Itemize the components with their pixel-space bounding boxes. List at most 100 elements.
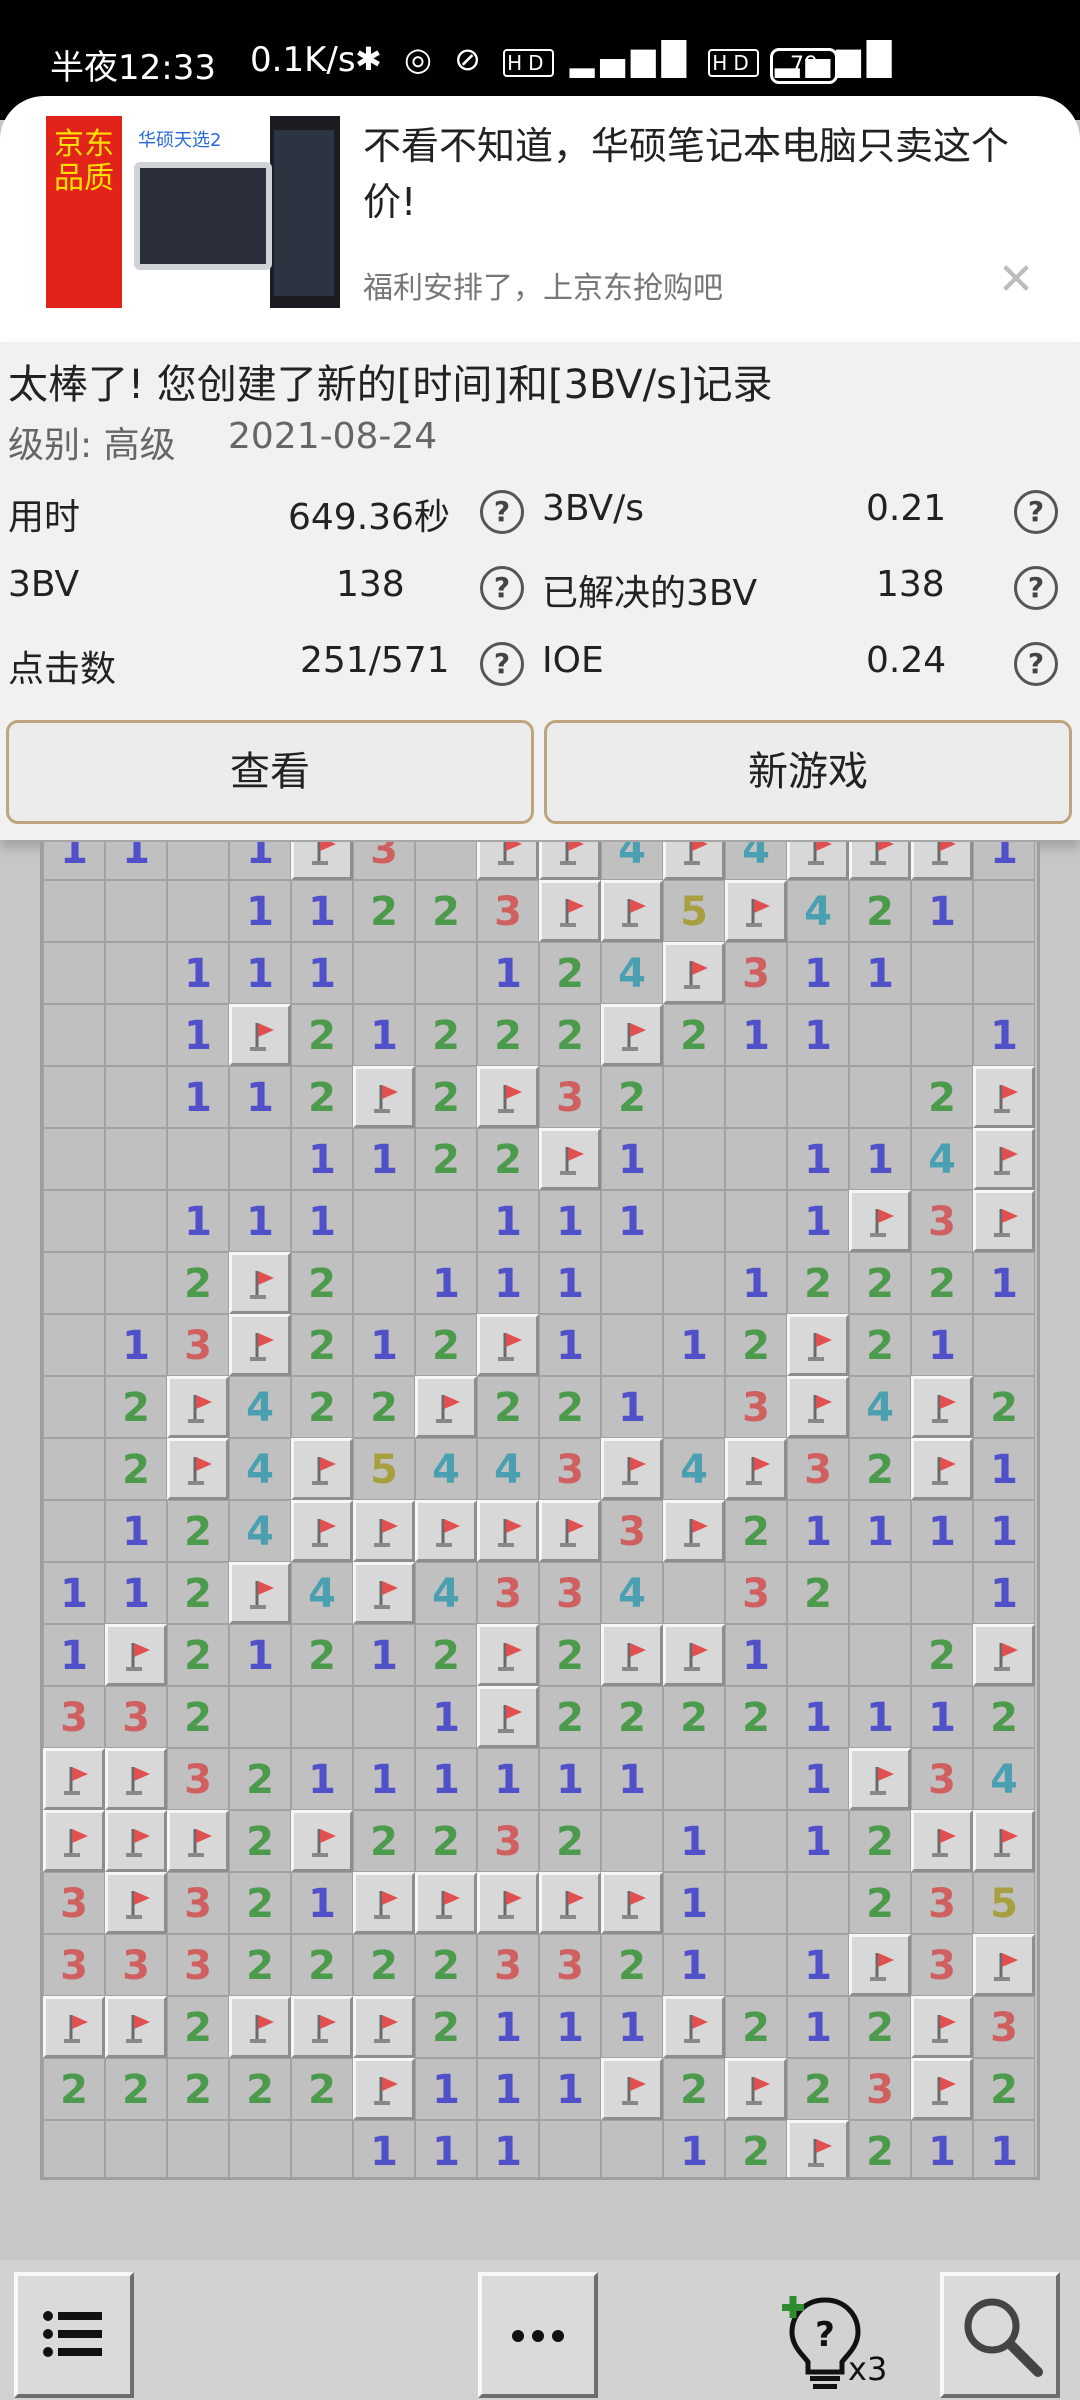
number-cell[interactable]: 3	[787, 1438, 849, 1500]
empty-cell[interactable]	[849, 1066, 911, 1128]
number-cell[interactable]: 2	[477, 1376, 539, 1438]
number-cell[interactable]: 2	[415, 1996, 477, 2058]
number-cell[interactable]: 2	[291, 2058, 353, 2120]
number-cell[interactable]: 1	[291, 880, 353, 942]
empty-cell[interactable]	[725, 1190, 787, 1252]
empty-cell[interactable]	[43, 1314, 105, 1376]
empty-cell[interactable]	[663, 1128, 725, 1190]
number-cell[interactable]: 3	[477, 1562, 539, 1624]
number-cell[interactable]: 4	[601, 942, 663, 1004]
number-cell[interactable]: 1	[539, 1996, 601, 2058]
empty-cell[interactable]	[601, 2120, 663, 2177]
number-cell[interactable]: 3	[167, 1748, 229, 1810]
number-cell[interactable]: 1	[663, 2120, 725, 2177]
number-cell[interactable]: 1	[43, 842, 105, 880]
number-cell[interactable]: 3	[911, 1934, 973, 1996]
number-cell[interactable]: 2	[167, 1996, 229, 2058]
flagged-cell[interactable]	[43, 1810, 105, 1872]
empty-cell[interactable]	[539, 2120, 601, 2177]
number-cell[interactable]: 2	[725, 1314, 787, 1376]
number-cell[interactable]: 3	[539, 1934, 601, 1996]
empty-cell[interactable]	[353, 1190, 415, 1252]
empty-cell[interactable]	[849, 1624, 911, 1686]
empty-cell[interactable]	[43, 1376, 105, 1438]
empty-cell[interactable]	[43, 942, 105, 1004]
empty-cell[interactable]	[663, 1748, 725, 1810]
number-cell[interactable]: 1	[973, 1438, 1035, 1500]
number-cell[interactable]: 1	[787, 1748, 849, 1810]
number-cell[interactable]: 1	[291, 942, 353, 1004]
number-cell[interactable]: 4	[663, 1438, 725, 1500]
number-cell[interactable]: 2	[415, 880, 477, 942]
number-cell[interactable]: 2	[291, 1004, 353, 1066]
number-cell[interactable]: 2	[539, 1004, 601, 1066]
number-cell[interactable]: 1	[477, 1190, 539, 1252]
number-cell[interactable]: 3	[43, 1934, 105, 1996]
number-cell[interactable]: 4	[849, 1376, 911, 1438]
number-cell[interactable]: 1	[415, 1686, 477, 1748]
flagged-cell[interactable]	[601, 880, 663, 942]
number-cell[interactable]: 4	[911, 1128, 973, 1190]
flagged-cell[interactable]	[229, 1314, 291, 1376]
help-icon[interactable]: ?	[480, 642, 524, 686]
help-icon[interactable]: ?	[480, 566, 524, 610]
number-cell[interactable]: 3	[43, 1686, 105, 1748]
flagged-cell[interactable]	[291, 1500, 353, 1562]
flagged-cell[interactable]	[911, 1376, 973, 1438]
number-cell[interactable]: 1	[353, 1314, 415, 1376]
number-cell[interactable]: 1	[477, 1252, 539, 1314]
flagged-cell[interactable]	[601, 2058, 663, 2120]
number-cell[interactable]: 2	[849, 1810, 911, 1872]
number-cell[interactable]: 2	[415, 1624, 477, 1686]
number-cell[interactable]: 2	[725, 1686, 787, 1748]
empty-cell[interactable]	[43, 1438, 105, 1500]
number-cell[interactable]: 3	[167, 1872, 229, 1934]
number-cell[interactable]: 1	[725, 1624, 787, 1686]
number-cell[interactable]: 3	[43, 1872, 105, 1934]
number-cell[interactable]: 2	[229, 1934, 291, 1996]
number-cell[interactable]: 3	[911, 1872, 973, 1934]
number-cell[interactable]: 2	[663, 1686, 725, 1748]
number-cell[interactable]: 1	[849, 1128, 911, 1190]
flagged-cell[interactable]	[477, 842, 539, 880]
number-cell[interactable]: 1	[43, 1562, 105, 1624]
number-cell[interactable]: 4	[477, 1438, 539, 1500]
number-cell[interactable]: 3	[105, 1934, 167, 1996]
number-cell[interactable]: 2	[539, 1810, 601, 1872]
empty-cell[interactable]	[725, 1748, 787, 1810]
number-cell[interactable]: 1	[787, 1004, 849, 1066]
number-cell[interactable]: 1	[539, 1252, 601, 1314]
empty-cell[interactable]	[105, 1190, 167, 1252]
number-cell[interactable]: 1	[601, 1190, 663, 1252]
number-cell[interactable]: 2	[415, 1066, 477, 1128]
flagged-cell[interactable]	[601, 1438, 663, 1500]
number-cell[interactable]: 1	[167, 1066, 229, 1128]
empty-cell[interactable]	[787, 1624, 849, 1686]
number-cell[interactable]: 3	[539, 1562, 601, 1624]
flagged-cell[interactable]	[291, 1438, 353, 1500]
empty-cell[interactable]	[43, 1128, 105, 1190]
number-cell[interactable]: 1	[229, 1624, 291, 1686]
flagged-cell[interactable]	[353, 1066, 415, 1128]
minesweeper-board[interactable]: 1113441112235421111124311121222211111223…	[40, 842, 1040, 2180]
number-cell[interactable]: 2	[539, 1624, 601, 1686]
empty-cell[interactable]	[353, 942, 415, 1004]
number-cell[interactable]: 1	[229, 942, 291, 1004]
number-cell[interactable]: 1	[415, 2120, 477, 2177]
menu-button[interactable]	[14, 2272, 134, 2398]
number-cell[interactable]: 2	[787, 1252, 849, 1314]
flagged-cell[interactable]	[229, 1996, 291, 2058]
ad-banner[interactable]: 京东品质 华硕天选2 不看不知道，华硕笔记本电脑只卖这个价! 福利安排了，上京东…	[0, 96, 1080, 342]
flagged-cell[interactable]	[105, 1624, 167, 1686]
empty-cell[interactable]	[973, 942, 1035, 1004]
empty-cell[interactable]	[725, 1810, 787, 1872]
number-cell[interactable]: 1	[973, 1562, 1035, 1624]
number-cell[interactable]: 1	[663, 1934, 725, 1996]
help-icon[interactable]: ?	[1014, 490, 1058, 534]
number-cell[interactable]: 1	[725, 1252, 787, 1314]
zoom-button[interactable]	[940, 2272, 1060, 2398]
number-cell[interactable]: 3	[167, 1314, 229, 1376]
number-cell[interactable]: 3	[477, 880, 539, 942]
flagged-cell[interactable]	[911, 1438, 973, 1500]
number-cell[interactable]: 2	[167, 1686, 229, 1748]
